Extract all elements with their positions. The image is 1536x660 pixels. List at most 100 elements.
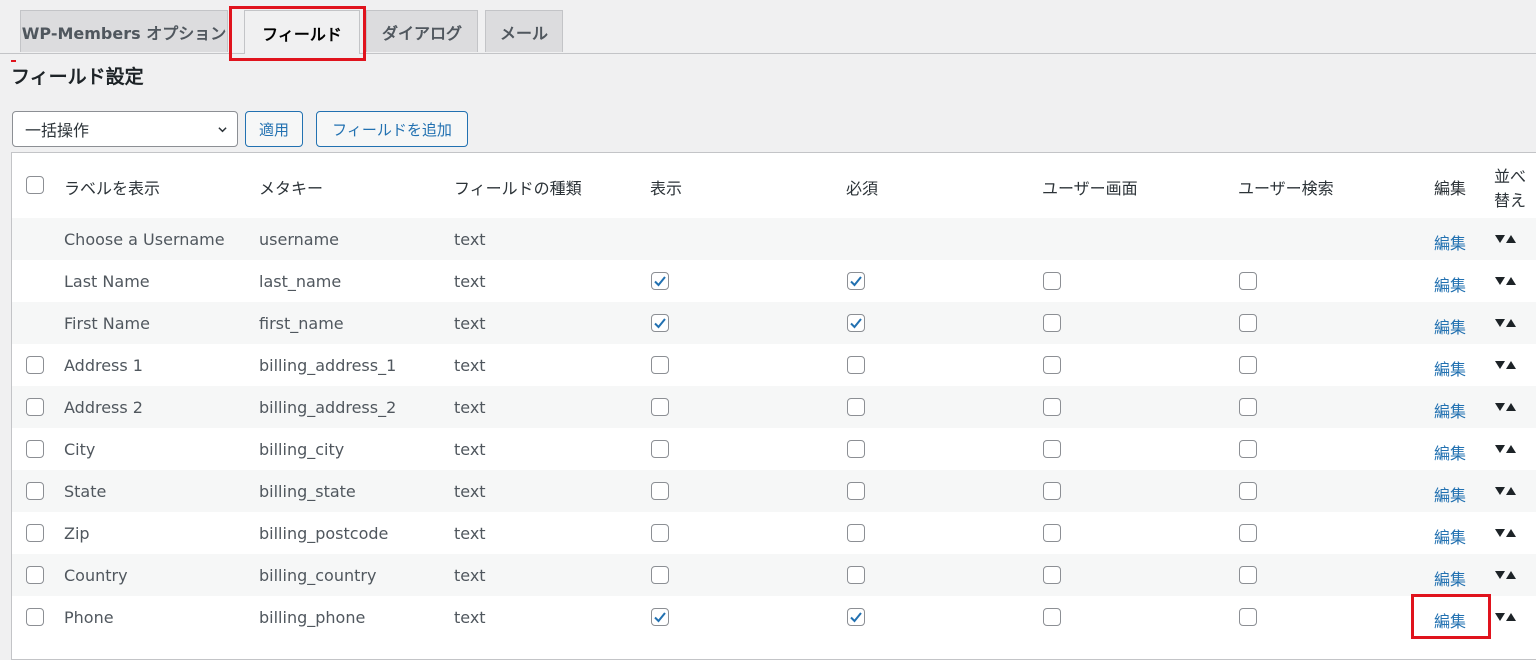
- user-search-checkbox[interactable]: [1239, 356, 1257, 374]
- user-search-checkbox[interactable]: [1239, 608, 1257, 626]
- bulk-actions-select[interactable]: 一括操作: [12, 111, 238, 147]
- required-checkbox[interactable]: [847, 398, 865, 416]
- edit-link[interactable]: 編集: [1434, 356, 1466, 380]
- bulk-actions-value: 一括操作: [25, 121, 90, 140]
- user-search-checkbox[interactable]: [1239, 398, 1257, 416]
- field-type: text: [454, 482, 486, 501]
- user-search-checkbox[interactable]: [1239, 566, 1257, 584]
- required-checkbox[interactable]: [847, 314, 865, 332]
- display-checkbox[interactable]: [651, 608, 669, 626]
- row-select-checkbox[interactable]: [26, 356, 44, 374]
- row-select-checkbox[interactable]: [26, 398, 44, 416]
- display-checkbox[interactable]: [651, 314, 669, 332]
- user-screen-checkbox[interactable]: [1043, 440, 1061, 458]
- edit-link[interactable]: 編集: [1434, 440, 1466, 464]
- required-checkbox[interactable]: [847, 482, 865, 500]
- user-screen-checkbox[interactable]: [1043, 272, 1061, 290]
- col-required: 必須: [846, 179, 879, 198]
- field-meta-key: billing_city: [259, 440, 345, 459]
- display-checkbox[interactable]: [651, 566, 669, 584]
- table-header: ラベルを表示 メタキー フィールドの種類 表示 必須 ユーザー画面 ユーザー検索…: [12, 153, 1536, 219]
- field-label: State: [64, 482, 107, 501]
- sort-handle-icon[interactable]: [1495, 402, 1517, 412]
- table-row: Last Name last_name text 編集: [12, 260, 1536, 302]
- required-checkbox[interactable]: [847, 440, 865, 458]
- col-sort-line2: 替え: [1494, 191, 1527, 210]
- display-checkbox[interactable]: [651, 524, 669, 542]
- tab-bar: WP-Members オプション フィールド ダイアログ メール: [0, 0, 1536, 54]
- required-checkbox[interactable]: [847, 566, 865, 584]
- field-label: Phone: [64, 608, 114, 627]
- row-select-checkbox[interactable]: [26, 608, 44, 626]
- field-type: text: [454, 524, 486, 543]
- user-screen-checkbox[interactable]: [1043, 398, 1061, 416]
- user-screen-checkbox[interactable]: [1043, 608, 1061, 626]
- display-checkbox[interactable]: [651, 440, 669, 458]
- edit-link[interactable]: 編集: [1434, 230, 1466, 254]
- field-label: Country: [64, 566, 128, 585]
- select-all-checkbox[interactable]: [26, 176, 44, 194]
- field-type: text: [454, 440, 486, 459]
- required-checkbox[interactable]: [847, 356, 865, 374]
- col-field-type: フィールドの種類: [454, 179, 582, 198]
- field-type: text: [454, 356, 486, 375]
- user-screen-checkbox[interactable]: [1043, 314, 1061, 332]
- display-checkbox[interactable]: [651, 398, 669, 416]
- edit-link[interactable]: 編集: [1434, 524, 1466, 548]
- user-search-checkbox[interactable]: [1239, 524, 1257, 542]
- sort-handle-icon[interactable]: [1495, 318, 1517, 328]
- table-row: First Name first_name text 編集: [12, 302, 1536, 344]
- fields-table: ラベルを表示 メタキー フィールドの種類 表示 必須 ユーザー画面 ユーザー検索…: [11, 152, 1536, 660]
- col-sort-line1: 並べ: [1494, 167, 1527, 186]
- tab-fields[interactable]: フィールド: [244, 10, 360, 54]
- edit-link[interactable]: 編集: [1434, 272, 1466, 296]
- row-select-checkbox[interactable]: [26, 440, 44, 458]
- row-select-checkbox[interactable]: [26, 482, 44, 500]
- field-meta-key: billing_country: [259, 566, 377, 585]
- sort-handle-icon[interactable]: [1495, 570, 1517, 580]
- user-search-checkbox[interactable]: [1239, 314, 1257, 332]
- apply-button[interactable]: 適用: [245, 111, 303, 147]
- user-search-checkbox[interactable]: [1239, 272, 1257, 290]
- field-label: Last Name: [64, 272, 150, 291]
- chevron-down-icon: [218, 127, 227, 133]
- field-meta-key: billing_phone: [259, 608, 366, 627]
- display-checkbox[interactable]: [651, 356, 669, 374]
- required-checkbox[interactable]: [847, 524, 865, 542]
- sort-handle-icon[interactable]: [1495, 528, 1517, 538]
- sort-handle-icon[interactable]: [1495, 612, 1517, 622]
- sort-handle-icon[interactable]: [1495, 444, 1517, 454]
- user-search-checkbox[interactable]: [1239, 440, 1257, 458]
- edit-link[interactable]: 編集: [1434, 398, 1466, 422]
- required-checkbox[interactable]: [847, 272, 865, 290]
- table-row: Country billing_country text 編集: [12, 554, 1536, 596]
- field-label: Address 1: [64, 356, 143, 375]
- required-checkbox[interactable]: [847, 608, 865, 626]
- row-select-checkbox[interactable]: [26, 524, 44, 542]
- display-checkbox[interactable]: [651, 482, 669, 500]
- user-screen-checkbox[interactable]: [1043, 482, 1061, 500]
- tab-wp-members-options[interactable]: WP-Members オプション: [20, 10, 228, 52]
- tab-dialogs[interactable]: ダイアログ: [366, 10, 478, 52]
- col-meta-key: メタキー: [259, 179, 324, 198]
- add-field-button[interactable]: フィールドを追加: [316, 111, 468, 147]
- row-select-checkbox[interactable]: [26, 566, 44, 584]
- tab-email[interactable]: メール: [485, 10, 563, 52]
- sort-handle-icon[interactable]: [1495, 276, 1517, 286]
- edit-link[interactable]: 編集: [1434, 608, 1466, 632]
- user-screen-checkbox[interactable]: [1043, 566, 1061, 584]
- sort-handle-icon[interactable]: [1495, 486, 1517, 496]
- field-meta-key: billing_address_2: [259, 398, 397, 417]
- sort-handle-icon[interactable]: [1495, 360, 1517, 370]
- display-checkbox[interactable]: [651, 272, 669, 290]
- sort-handle-icon[interactable]: [1495, 234, 1517, 244]
- edit-link[interactable]: 編集: [1434, 566, 1466, 590]
- user-screen-checkbox[interactable]: [1043, 356, 1061, 374]
- field-meta-key: last_name: [259, 272, 342, 291]
- user-search-checkbox[interactable]: [1239, 482, 1257, 500]
- edit-link[interactable]: 編集: [1434, 482, 1466, 506]
- col-user-search: ユーザー検索: [1238, 179, 1334, 198]
- user-screen-checkbox[interactable]: [1043, 524, 1061, 542]
- edit-link[interactable]: 編集: [1434, 314, 1466, 338]
- field-meta-key: billing_state: [259, 482, 356, 501]
